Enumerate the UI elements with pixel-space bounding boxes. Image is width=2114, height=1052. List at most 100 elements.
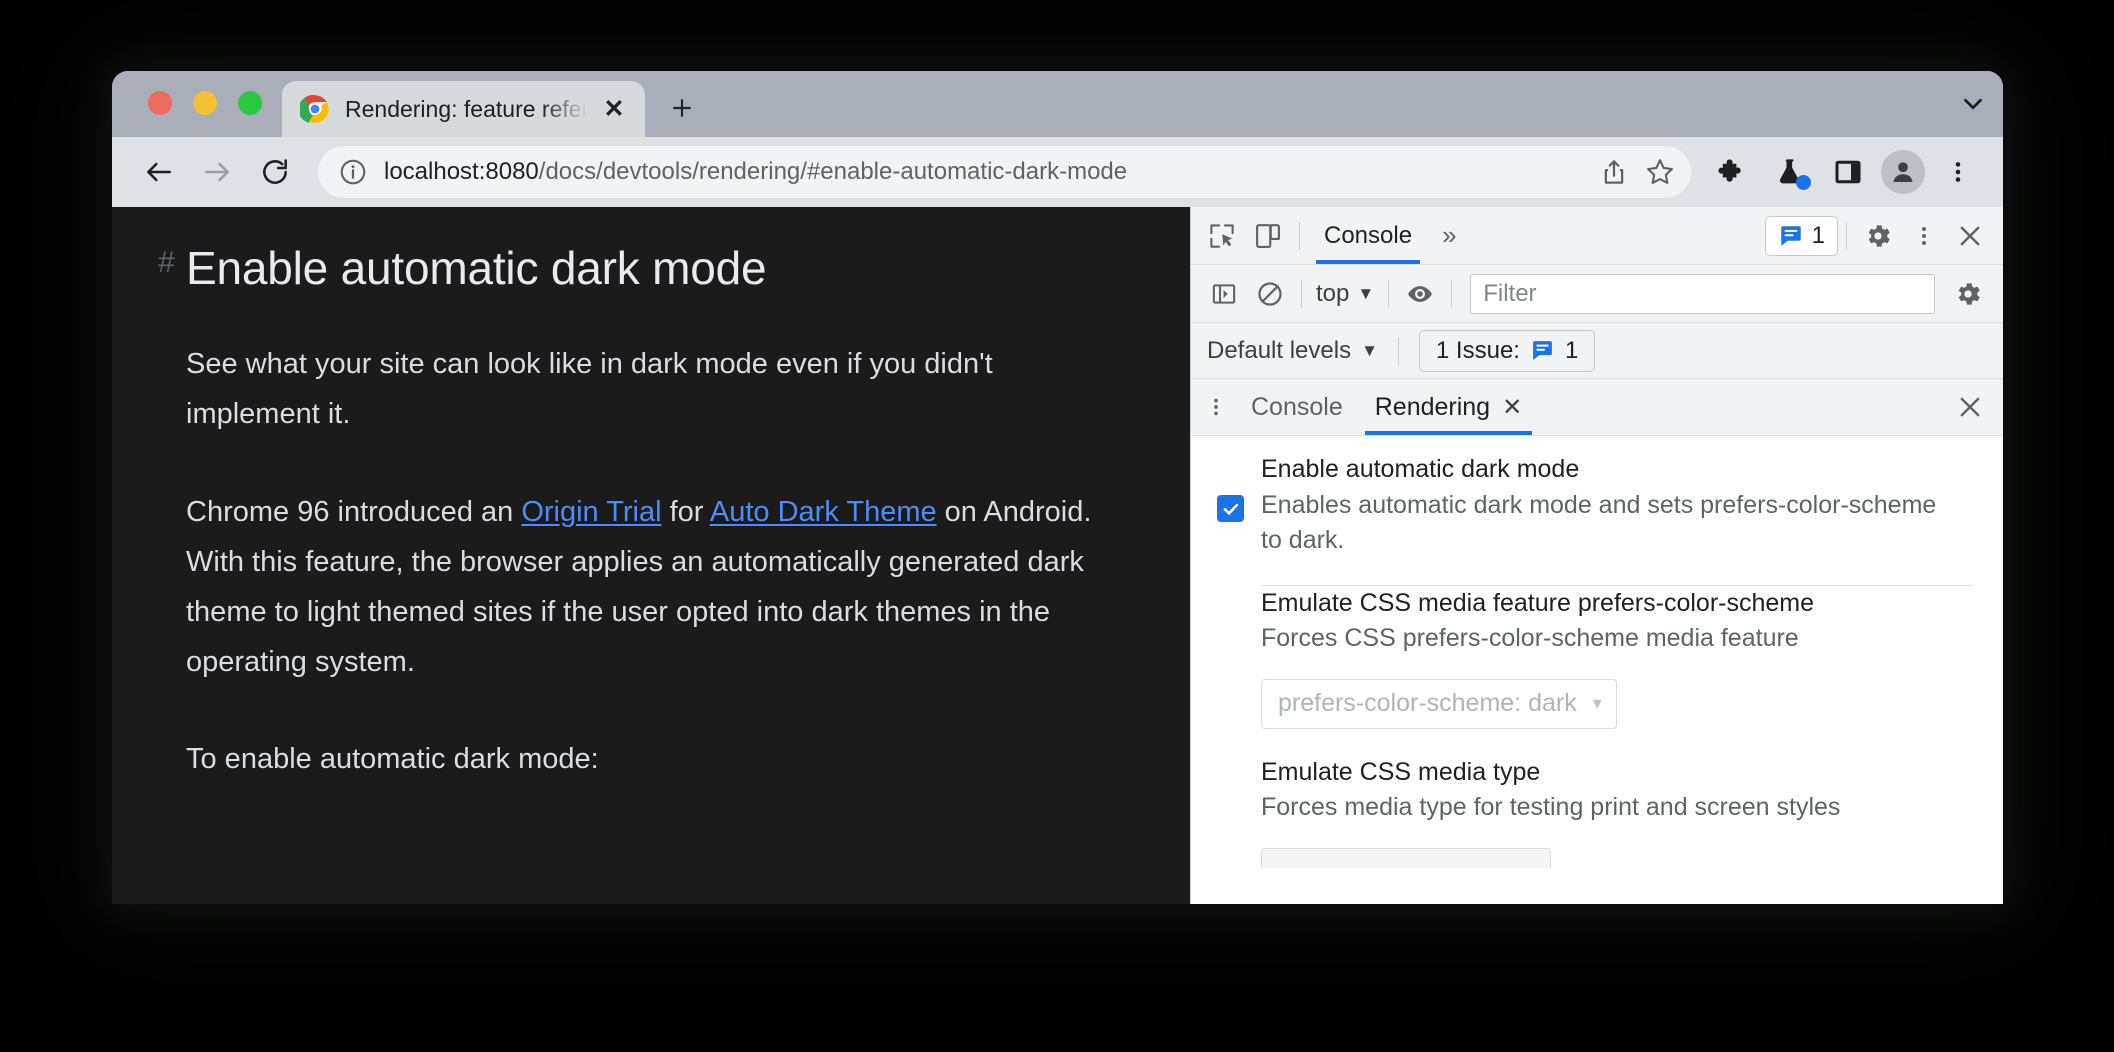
- live-expression-button[interactable]: [1397, 271, 1443, 317]
- prefers-color-scheme-select[interactable]: prefers-color-scheme: dark ▾: [1261, 678, 1617, 729]
- origin-trial-link[interactable]: Origin Trial: [521, 496, 661, 528]
- window-content: # Enable automatic dark mode See what you…: [112, 207, 2003, 904]
- address-bar[interactable]: localhost:8080/docs/devtools/rendering/#…: [318, 146, 1691, 198]
- devtools-tab-console[interactable]: Console: [1308, 207, 1428, 264]
- device-toolbar-button[interactable]: [1245, 213, 1291, 259]
- three-dot-menu-icon: [1922, 226, 1926, 245]
- chevron-down-icon: ▼: [1357, 283, 1375, 303]
- reload-icon: [263, 159, 287, 184]
- plus-icon: [673, 99, 691, 117]
- devtools-tabs-overflow-button[interactable]: »: [1428, 220, 1470, 251]
- side-panel-button[interactable]: [1821, 145, 1875, 199]
- page-title: # Enable automatic dark mode: [158, 241, 1190, 296]
- forward-arrow-icon: [205, 162, 229, 182]
- issue-count-label: 1 Issue:: [1435, 336, 1520, 364]
- execution-context-selector[interactable]: top ▼: [1310, 280, 1380, 308]
- drawer-tab-console-label: Console: [1251, 392, 1343, 421]
- issues-badge-button[interactable]: 1: [1764, 215, 1838, 256]
- drawer-close-button[interactable]: [1947, 384, 1993, 430]
- reload-button[interactable]: [248, 145, 302, 199]
- tab-strip: Rendering: feature reference - ✕: [112, 71, 2003, 137]
- back-arrow-icon: [147, 162, 171, 182]
- browser-toolbar: localhost:8080/docs/devtools/rendering/#…: [112, 137, 2003, 207]
- drawer-tab-rendering-close[interactable]: ✕: [1502, 393, 1522, 422]
- auto-dark-theme-link[interactable]: Auto Dark Theme: [710, 496, 937, 528]
- experiments-dot-badge: [1796, 175, 1811, 190]
- browser-tab-active[interactable]: Rendering: feature reference - ✕: [282, 81, 645, 137]
- gear-icon: [1958, 282, 1980, 305]
- toolbar-divider-2: [1846, 221, 1847, 250]
- heading-anchor-icon[interactable]: #: [158, 245, 175, 281]
- console-filter-toolbar: top ▼ Filter: [1191, 265, 2003, 323]
- chevron-down-icon: [1964, 98, 1982, 110]
- close-window-button[interactable]: [148, 91, 172, 115]
- issue-count-button[interactable]: 1 Issue: 1: [1418, 329, 1596, 372]
- setting-emulate-prefers-color-scheme: Emulate CSS media feature prefers-color-…: [1191, 586, 2003, 729]
- drawer-more-button[interactable]: [1197, 384, 1235, 430]
- filter-divider-2: [1388, 279, 1390, 308]
- puzzle-piece-icon: [1718, 159, 1741, 182]
- info-circle-icon[interactable]: [338, 157, 368, 187]
- bookmark-button[interactable]: [1637, 149, 1683, 195]
- close-icon: [1960, 397, 1980, 417]
- page-paragraph-2: Chrome 96 introduced an Origin Trial for…: [158, 488, 1118, 688]
- tab-search-button[interactable]: [1943, 71, 2003, 137]
- drawer-tab-rendering[interactable]: Rendering ✕: [1359, 379, 1538, 435]
- extensions-button[interactable]: [1705, 145, 1759, 199]
- maximize-window-button[interactable]: [238, 91, 262, 115]
- drawer-tab-bar: Console Rendering ✕: [1191, 379, 2003, 436]
- share-icon: [1604, 160, 1624, 184]
- setting-description: Enables automatic dark mode and sets pre…: [1261, 490, 1937, 555]
- setting-title: Emulate CSS media type: [1261, 757, 1541, 786]
- inspect-element-button[interactable]: [1199, 213, 1245, 259]
- devtools-settings-button[interactable]: [1855, 213, 1901, 259]
- avatar-icon: [1893, 162, 1913, 182]
- console-settings-button[interactable]: [1945, 271, 1991, 317]
- setting-title: Emulate CSS media feature prefers-color-…: [1261, 588, 1815, 617]
- paragraph-2-text-2: for: [661, 495, 710, 528]
- address-bar-url[interactable]: localhost:8080/docs/devtools/rendering/#…: [384, 158, 1591, 186]
- devtools-more-button[interactable]: [1901, 213, 1947, 259]
- setting-emulate-css-media-type: Emulate CSS media type Forces media type…: [1191, 729, 2003, 868]
- page-title-text: Enable automatic dark mode: [186, 242, 767, 294]
- browser-window: Rendering: feature reference - ✕: [112, 71, 2003, 904]
- filter-divider-3: [1451, 279, 1453, 308]
- issues-count: 1: [1811, 221, 1825, 249]
- drawer-tab-rendering-label: Rendering: [1374, 392, 1491, 421]
- close-icon: [1960, 226, 1980, 245]
- gear-icon: [1868, 224, 1890, 247]
- minimize-window-button[interactable]: [193, 91, 217, 115]
- prefers-color-scheme-value: prefers-color-scheme: dark: [1278, 689, 1577, 717]
- web-page-viewport: # Enable automatic dark mode See what you…: [112, 207, 1190, 904]
- issue-icon: [1533, 341, 1552, 360]
- devtools-close-button[interactable]: [1947, 213, 1993, 259]
- page-paragraph-3: To enable automatic dark mode:: [186, 743, 599, 776]
- log-levels-selector[interactable]: Default levels ▼: [1207, 337, 1378, 365]
- setting-enable-automatic-dark-mode: Enable automatic dark mode Enables autom…: [1191, 452, 2003, 559]
- filter-divider-1: [1301, 279, 1302, 308]
- css-media-type-select[interactable]: [1261, 847, 1551, 868]
- console-levels-toolbar: Default levels ▼ 1 Issue: 1: [1191, 323, 2003, 379]
- drawer-tab-console[interactable]: Console: [1235, 379, 1359, 435]
- new-tab-button[interactable]: [655, 81, 709, 135]
- devtools-panel: Console » 1 top ▼ Filter Default levels …: [1190, 207, 2003, 904]
- checkmark-icon: [1223, 503, 1238, 515]
- execution-context-value: top: [1316, 279, 1350, 307]
- profile-button[interactable]: [1881, 150, 1925, 194]
- enable-automatic-dark-mode-checkbox[interactable]: [1217, 495, 1244, 522]
- log-levels-value: Default levels: [1207, 336, 1352, 364]
- console-filter-input[interactable]: Filter: [1470, 273, 1935, 314]
- setting-title: Enable automatic dark mode: [1261, 455, 1580, 483]
- inspect-element-icon: [1210, 223, 1234, 248]
- console-sidebar-toggle-button[interactable]: [1201, 271, 1247, 317]
- issue-count-value: 1: [1564, 336, 1579, 364]
- forward-button[interactable]: [190, 145, 244, 199]
- back-button[interactable]: [132, 145, 186, 199]
- window-controls: [112, 91, 262, 137]
- clear-console-button[interactable]: [1247, 271, 1293, 317]
- browser-menu-button[interactable]: [1931, 145, 1985, 199]
- console-sidebar-icon: [1212, 283, 1236, 304]
- experiments-button[interactable]: [1763, 145, 1817, 199]
- tab-close-button[interactable]: ✕: [597, 92, 631, 126]
- share-button[interactable]: [1591, 149, 1637, 195]
